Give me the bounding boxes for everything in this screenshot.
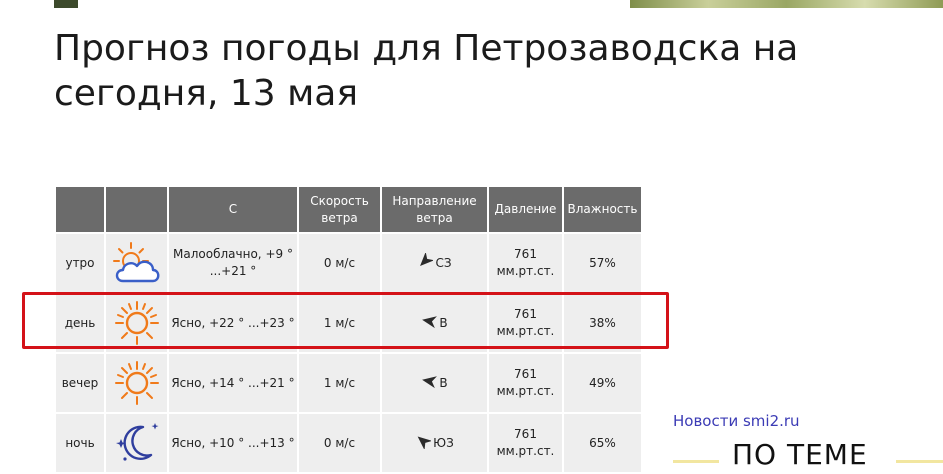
moon-stars-icon: [108, 419, 165, 467]
row-wind-speed: 0 м/с: [299, 414, 380, 472]
table-row: утро Малооблачно, +9 ° ...+21 ° 0 м/с СЗ…: [56, 234, 641, 292]
row-wind-speed: 1 м/с: [299, 294, 380, 352]
header-condition: С: [169, 187, 297, 232]
row-time: ночь: [56, 414, 104, 472]
top-thumbnail-right[interactable]: [630, 0, 943, 8]
header-wind-speed: Скорость ветра: [299, 187, 380, 232]
row-humidity: 49%: [564, 354, 641, 412]
header-pressure: Давление: [489, 187, 562, 232]
row-pressure: 761 мм.рт.ст.: [489, 354, 562, 412]
row-wind-speed: 0 м/с: [299, 234, 380, 292]
row-condition: Ясно, +14 ° ...+21 °: [169, 354, 297, 412]
table-header-row: С Скорость ветра Направление ветра Давле…: [56, 187, 641, 232]
header-time: [56, 187, 104, 232]
wind-arrow-sw-icon: [415, 433, 432, 449]
row-wind-direction: ЮЗ: [433, 436, 454, 450]
header-icon: [106, 187, 167, 232]
related-heading: ПО ТЕМЕ: [732, 438, 868, 471]
row-condition: Малооблачно, +9 ° ...+21 °: [169, 234, 297, 292]
partly-cloudy-icon: [108, 241, 165, 285]
sun-icon: [108, 359, 165, 407]
row-condition: Ясно, +22 ° ...+23 °: [169, 294, 297, 352]
row-time: день: [56, 294, 104, 352]
row-time: вечер: [56, 354, 104, 412]
row-wind-direction: В: [439, 316, 448, 330]
wind-arrow-e-icon: [421, 373, 438, 389]
row-condition: Ясно, +10 ° ...+13 °: [169, 414, 297, 472]
wind-arrow-e-icon: [421, 313, 438, 329]
row-wind-speed: 1 м/с: [299, 354, 380, 412]
row-pressure: 761 мм.рт.ст.: [489, 414, 562, 472]
page-title: Прогноз погоды для Петрозаводска на сего…: [54, 28, 799, 114]
row-humidity: 38%: [564, 294, 641, 352]
row-wind-direction: В: [439, 376, 448, 390]
row-time: утро: [56, 234, 104, 292]
table-row: день Ясно, +22 ° ...+23 ° 1 м/с В 761 мм…: [56, 294, 641, 352]
wind-arrow-nw-icon: [417, 253, 434, 269]
row-humidity: 65%: [564, 414, 641, 472]
weather-table: С Скорость ветра Направление ветра Давле…: [54, 185, 643, 474]
row-wind-direction: СЗ: [435, 256, 452, 270]
top-thumbnail-left[interactable]: [54, 0, 78, 8]
news-link[interactable]: Новости smi2.ru: [673, 412, 800, 430]
row-pressure: 761 мм.рт.ст.: [489, 294, 562, 352]
sun-icon: [108, 299, 165, 347]
header-wind-direction: Направление ветра: [382, 187, 487, 232]
row-humidity: 57%: [564, 234, 641, 292]
header-humidity: Влажность: [564, 187, 641, 232]
table-row: вечер Ясно, +14 ° ...+21 ° 1 м/с В 761 м…: [56, 354, 641, 412]
row-pressure: 761 мм.рт.ст.: [489, 234, 562, 292]
table-row: ночь Ясно, +10 ° ...+13 ° 0 м/с ЮЗ 761 м…: [56, 414, 641, 472]
